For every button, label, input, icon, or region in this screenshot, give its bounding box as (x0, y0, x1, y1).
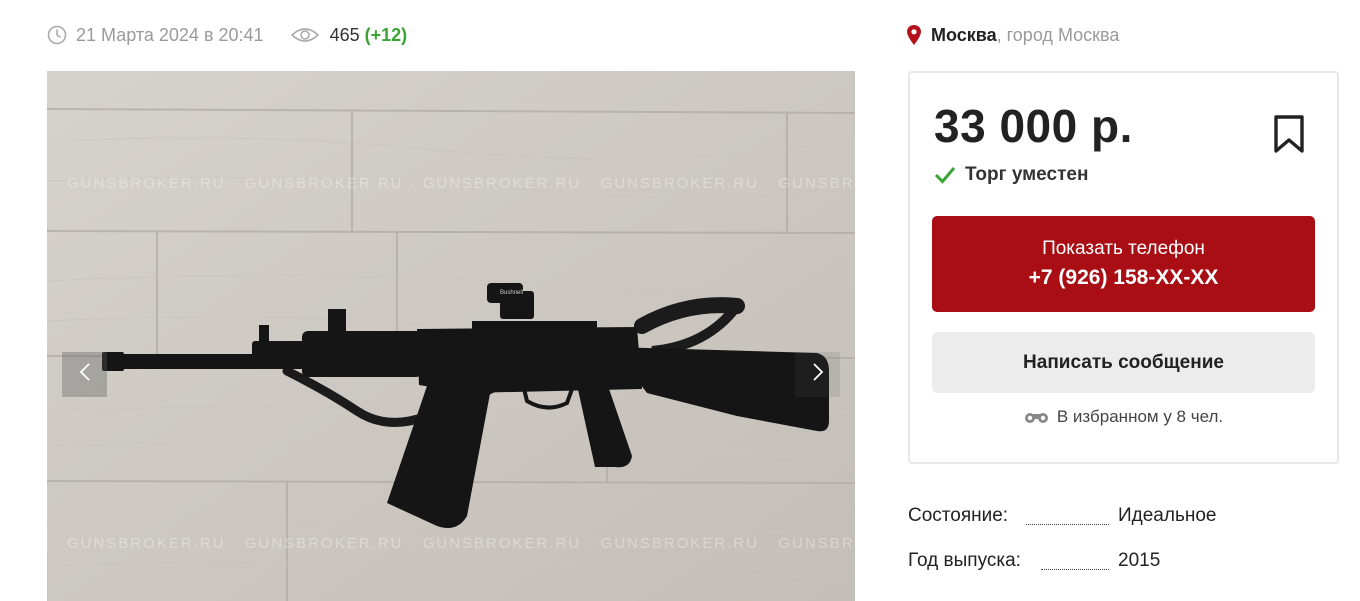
spec-row-condition: Состояние: Идеальное (908, 505, 1348, 550)
listing-date: 21 Марта 2024 в 20:41 (76, 24, 264, 45)
listing-meta: 21 Марта 2024 в 20:41 465 (+12) (47, 22, 407, 48)
location-pin-icon (906, 24, 922, 46)
location-city[interactable]: Москва (931, 25, 997, 46)
favorites-label: В избранном у 8 чел. (1056, 407, 1224, 426)
eye-icon (290, 25, 320, 45)
clock-icon (47, 25, 67, 45)
favorites-count: В избранном у 8 чел. (910, 407, 1337, 427)
bargain-label: Торг уместен (965, 164, 1089, 185)
check-icon (934, 164, 956, 186)
show-phone-label: Показать телефон (1042, 238, 1205, 259)
chevron-left-icon (79, 362, 91, 387)
price: 33 000 р. (934, 100, 1133, 152)
svg-text:GUNSBROKER.RU · GUNSBROKER.RU: GUNSBROKER.RU · GUNSBROKER.RU · GUNSBROK… (67, 175, 855, 192)
views-delta: (+12) (364, 24, 408, 45)
spec-label: Состояние: (908, 505, 1015, 527)
listing-photo: GUNSBROKER.RU · GUNSBROKER.RU · GUNSBROK… (47, 71, 855, 601)
views-count: 465 (329, 24, 360, 45)
chevron-right-icon (812, 362, 824, 387)
photo-gallery[interactable]: GUNSBROKER.RU · GUNSBROKER.RU · GUNSBROK… (47, 71, 855, 601)
gallery-next-button[interactable] (795, 352, 840, 397)
phone-number: +7 (926) 158-XX-XX (1028, 266, 1219, 289)
svg-text:GUNSBROKER.RU · GUNSBROKER.RU: GUNSBROKER.RU · GUNSBROKER.RU · GUNSBROK… (67, 535, 855, 552)
price-card: 33 000 р. Торг уместен Показать телефон … (908, 71, 1339, 464)
binoculars-icon (1024, 410, 1049, 424)
bookmark-button[interactable] (1272, 113, 1306, 155)
bookmark-icon (1274, 115, 1304, 153)
show-phone-button[interactable]: Показать телефон +7 (926) 158-XX-XX (932, 216, 1315, 312)
leader-dots (1026, 524, 1109, 525)
spec-row-year: Год выпуска: 2015 (908, 550, 1348, 595)
spec-value: Идеальное (1118, 505, 1217, 526)
listing-location: Москва , город Москва (906, 22, 1119, 48)
leader-dots (1041, 569, 1109, 570)
spec-value: 2015 (1118, 550, 1161, 571)
send-message-button[interactable]: Написать сообщение (932, 332, 1315, 393)
location-region: , город Москва (996, 24, 1120, 45)
bargain-status: Торг уместен (934, 163, 1088, 187)
spec-label: Год выпуска: (908, 550, 1027, 572)
specs-list: Состояние: Идеальное Год выпуска: 2015 (908, 505, 1348, 595)
svg-text:Bushnell: Bushnell (500, 290, 523, 296)
gallery-prev-button[interactable] (62, 352, 107, 397)
